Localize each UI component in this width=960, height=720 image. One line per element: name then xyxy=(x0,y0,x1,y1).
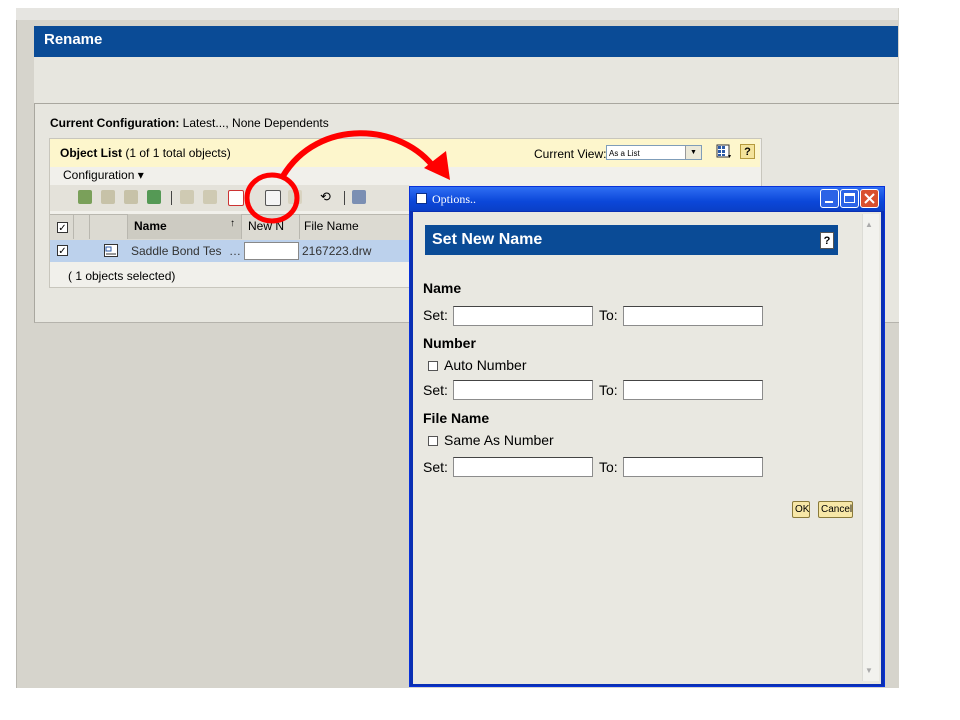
expand-icon[interactable] xyxy=(203,190,217,204)
window-icon xyxy=(416,193,427,204)
row-name: Saddle Bond Tes xyxy=(131,244,222,258)
number-set-label: Set: xyxy=(423,382,448,398)
same-as-number-checkbox[interactable] xyxy=(428,436,438,446)
number-to-label: To: xyxy=(599,382,618,398)
toolbar-separator xyxy=(344,191,345,205)
file-name-to-input[interactable] xyxy=(623,457,763,477)
header-cell xyxy=(90,214,128,239)
column-header-name-label: Name xyxy=(134,219,167,233)
add-object-icon[interactable] xyxy=(78,190,92,204)
current-view-label: Current View: xyxy=(534,147,607,161)
file-name-set-input[interactable] xyxy=(453,457,593,477)
table-view-icon[interactable] xyxy=(716,144,732,160)
name-set-input[interactable] xyxy=(453,306,593,326)
maximize-button[interactable] xyxy=(840,189,859,208)
chevron-down-icon[interactable]: ▼ xyxy=(685,146,701,159)
number-set-input[interactable] xyxy=(453,380,593,400)
set-new-name-icon[interactable] xyxy=(265,190,281,206)
caret-down-icon: ▾ xyxy=(137,168,144,182)
select-all-icon[interactable] xyxy=(147,190,161,204)
current-configuration-label: Current Configuration: xyxy=(50,116,180,130)
name-to-input[interactable] xyxy=(623,306,763,326)
help-icon[interactable]: ? xyxy=(740,144,755,159)
dialog-body xyxy=(413,212,881,684)
object-list-title-label: Object List xyxy=(60,146,123,160)
dialog-title: Options.. xyxy=(432,192,477,206)
close-button[interactable] xyxy=(860,189,879,208)
rename-options-icon[interactable] xyxy=(288,190,302,204)
name-set-label: Set: xyxy=(423,307,448,323)
set-new-name-title: Set New Name xyxy=(432,231,543,248)
cancel-button[interactable]: Cancel xyxy=(818,501,853,518)
refresh-icon[interactable]: ⟲ xyxy=(320,190,334,204)
drawing-icon xyxy=(104,244,118,257)
number-section-title: Number xyxy=(423,335,476,351)
number-to-input[interactable] xyxy=(623,380,763,400)
row-name-more[interactable]: … xyxy=(229,244,241,258)
file-name-set-label: Set: xyxy=(423,459,448,475)
top-strip xyxy=(16,8,898,20)
column-header-new-name[interactable]: New N xyxy=(242,214,300,239)
row-file-name: 2167223.drw xyxy=(302,244,372,258)
current-configuration: Current Configuration: Latest..., None D… xyxy=(50,116,329,130)
column-header-file-name[interactable]: File Name xyxy=(300,214,410,239)
scroll-up-icon[interactable]: ▲ xyxy=(865,220,873,229)
object-list-title: Object List (1 of 1 total objects) xyxy=(60,146,231,160)
column-header-new-name-label: New N xyxy=(248,219,285,233)
minimize-icon xyxy=(825,201,833,203)
select-all-checkbox[interactable]: ✓ xyxy=(57,222,68,234)
delete-icon[interactable] xyxy=(228,190,244,206)
column-header-name[interactable]: Name ↑ xyxy=(128,214,242,239)
page-header xyxy=(34,26,898,57)
collapse-icon[interactable] xyxy=(180,190,194,204)
column-header-file-name-label: File Name xyxy=(304,219,359,233)
header-cell xyxy=(74,214,90,239)
dialog-titlebar[interactable] xyxy=(410,187,884,211)
selection-status: ( 1 objects selected) xyxy=(68,269,176,283)
file-name-section-title: File Name xyxy=(423,410,490,426)
scroll-down-icon[interactable]: ▼ xyxy=(865,666,873,675)
sort-arrow-icon: ↑ xyxy=(230,218,235,229)
configuration-menu-label: Configuration xyxy=(63,168,135,182)
configuration-menu[interactable]: Configuration ▾ xyxy=(63,168,144,182)
ok-button[interactable]: OK xyxy=(792,501,810,518)
dialog-scrollbar[interactable]: ▲ ▼ xyxy=(862,214,879,681)
name-to-label: To: xyxy=(599,307,618,323)
add-dependents-icon[interactable] xyxy=(101,190,115,204)
auto-number-label: Auto Number xyxy=(444,357,527,373)
current-configuration-value: Latest..., None Dependents xyxy=(182,116,329,130)
remove-object-icon[interactable] xyxy=(124,190,138,204)
row-checkbox[interactable]: ✓ xyxy=(57,245,68,257)
page-title: Rename xyxy=(44,31,103,48)
object-list-count: (1 of 1 total objects) xyxy=(125,146,231,160)
maximize-icon xyxy=(844,193,855,203)
same-as-number-label: Same As Number xyxy=(444,432,554,448)
file-name-to-label: To: xyxy=(599,459,618,475)
column-settings-icon[interactable] xyxy=(352,190,366,204)
close-icon xyxy=(864,193,875,204)
name-section-title: Name xyxy=(423,280,462,296)
help-icon[interactable]: ? xyxy=(820,232,834,249)
auto-number-checkbox[interactable] xyxy=(428,361,438,371)
new-name-input[interactable] xyxy=(244,242,299,260)
minimize-button[interactable] xyxy=(820,189,839,208)
toolbar-separator xyxy=(171,191,172,205)
